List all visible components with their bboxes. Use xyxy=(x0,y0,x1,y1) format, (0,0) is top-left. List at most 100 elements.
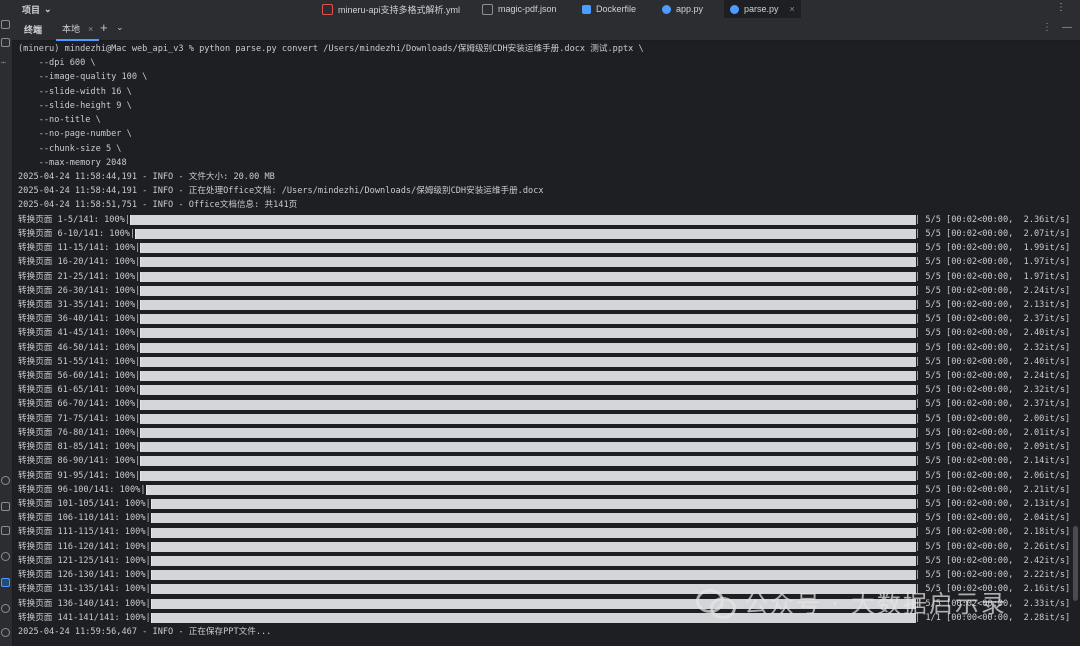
editor-tab-bar: 项目 ⌄ mineru-api支持多格式解析.yml magic-pdf.jso… xyxy=(0,0,1080,19)
editor-tab-label: Dockerfile xyxy=(596,4,637,14)
layers-tool-icon[interactable] xyxy=(1,526,10,535)
progress-bar xyxy=(140,470,916,481)
editor-tab-dockerfile[interactable]: Dockerfile xyxy=(576,0,642,18)
progress-label: 转换页面 116-120/141: 100%| xyxy=(18,541,151,552)
progress-stats: | 5/5 [00:02<00:00, 2.42it/s] xyxy=(915,555,1071,566)
tab-local[interactable]: 本地 × xyxy=(56,18,100,41)
structure-tool-icon[interactable] xyxy=(1,38,10,47)
progress-bar xyxy=(135,228,916,239)
project-label: 项目 xyxy=(22,5,41,15)
progress-row: 转换页面 16-20/141: 100%| | 5/5 [00:02<00:00,… xyxy=(18,255,1076,269)
project-menu[interactable]: 项目 ⌄ xyxy=(22,3,52,16)
python-console-icon[interactable] xyxy=(1,502,10,511)
progress-label: 转换页面 111-115/141: 100%| xyxy=(18,527,151,538)
scrollbar-thumb[interactable] xyxy=(1073,526,1078,601)
left-tool-strip: ⋯ xyxy=(0,18,13,646)
progress-stats: | 5/5 [00:02<00:00, 1.97it/s] xyxy=(915,257,1071,268)
progress-row: 转换页面 1-5/141: 100%| | 5/5 [00:02<00:00, 2… xyxy=(18,213,1076,227)
project-tool-icon[interactable] xyxy=(1,20,10,29)
close-icon[interactable]: × xyxy=(88,24,93,34)
progress-label: 转换页面 46-50/141: 100%| xyxy=(18,342,141,353)
terminal-output[interactable]: (mineru) mindezhi@Mac web_api_v3 % pytho… xyxy=(18,42,1076,646)
yaml-file-icon xyxy=(322,3,333,15)
progress-label: 转换页面 136-140/141: 100%| xyxy=(18,598,151,609)
services-tool-icon[interactable] xyxy=(1,552,10,561)
json-file-icon xyxy=(482,3,493,15)
progress-row: 转换页面 61-65/141: 100%| | 5/5 [00:02<00:00,… xyxy=(18,383,1076,397)
output-line: --slide-height 9 \ xyxy=(18,100,132,111)
progress-row: 转换页面 26-30/141: 100%| | 5/5 [00:02<00:00,… xyxy=(18,284,1076,298)
close-icon[interactable]: × xyxy=(790,4,795,14)
progress-label: 转换页面 141-141/141: 100%| xyxy=(18,612,151,623)
progress-row: 转换页面 106-110/141: 100%| | 5/5 [00:02<00:0… xyxy=(18,511,1076,525)
progress-stats: | 5/5 [00:02<00:00, 2.09it/s] xyxy=(915,442,1071,453)
command-line: (mineru) mindezhi@Mac web_api_v3 % pytho… xyxy=(18,44,644,54)
progress-label: 转换页面 26-30/141: 100%| xyxy=(18,285,141,296)
progress-row: 转换页面 71-75/141: 100%| | 5/5 [00:02<00:00,… xyxy=(18,412,1076,426)
progress-label: 转换页面 36-40/141: 100%| xyxy=(18,314,141,325)
progress-label: 转换页面 6-10/141: 100%| xyxy=(18,228,136,239)
progress-label: 转换页面 31-35/141: 100%| xyxy=(18,299,141,310)
minimize-icon[interactable]: — xyxy=(1062,22,1072,33)
editor-tab-label: parse.py xyxy=(744,4,779,14)
progress-row: 转换页面 11-15/141: 100%| | 5/5 [00:02<00:00,… xyxy=(18,241,1076,255)
progress-bar xyxy=(140,300,916,311)
progress-row: 转换页面 121-125/141: 100%| | 5/5 [00:02<00:0… xyxy=(18,554,1076,568)
progress-stats: | 5/5 [00:02<00:00, 2.26it/s] xyxy=(915,541,1071,552)
progress-stats: | 5/5 [00:02<00:00, 2.18it/s] xyxy=(915,527,1071,538)
progress-bar xyxy=(140,356,916,367)
editor-tab-app-py[interactable]: app.py xyxy=(656,0,709,18)
run-tool-icon[interactable] xyxy=(1,476,10,485)
progress-label: 转换页面 41-45/141: 100%| xyxy=(18,328,141,339)
new-terminal-plus-icon[interactable]: + xyxy=(100,20,108,35)
terminal-tool-icon[interactable] xyxy=(1,578,10,587)
editor-tab-label: mineru-api支持多格式解析.yml xyxy=(338,4,461,15)
editor-tab-label: magic-pdf.json xyxy=(498,4,557,14)
editor-tab-json[interactable]: magic-pdf.json xyxy=(476,0,563,18)
output-line: --no-title \ xyxy=(18,115,101,126)
more-options-icon[interactable]: ⋮ xyxy=(1042,22,1052,33)
progress-row: 转换页面 56-60/141: 100%| | 5/5 [00:02<00:00,… xyxy=(18,369,1076,383)
progress-bar xyxy=(140,243,916,254)
progress-bar xyxy=(140,385,916,396)
progress-row: 转换页面 31-35/141: 100%| | 5/5 [00:02<00:00,… xyxy=(18,298,1076,312)
progress-stats: | 5/5 [00:02<00:00, 2.00it/s] xyxy=(915,413,1071,424)
progress-bar xyxy=(140,442,916,453)
more-tools-icon[interactable]: ⋯ xyxy=(1,58,10,67)
progress-bar xyxy=(140,342,916,353)
wechat-logo-icon xyxy=(696,587,736,619)
progress-label: 转换页面 106-110/141: 100%| xyxy=(18,513,151,524)
progress-row: 转换页面 111-115/141: 100%| | 5/5 [00:02<00:0… xyxy=(18,525,1076,539)
progress-stats: | 5/5 [00:02<00:00, 2.37it/s] xyxy=(915,314,1071,325)
progress-row: 转换页面 101-105/141: 100%| | 5/5 [00:02<00:0… xyxy=(18,497,1076,511)
progress-bar xyxy=(140,328,916,339)
output-line: 2025-04-24 11:58:44,191 - INFO - 文件大小: 2… xyxy=(18,171,275,182)
output-line: --image-quality 100 \ xyxy=(18,72,148,83)
progress-stats: | 5/5 [00:02<00:00, 2.07it/s] xyxy=(915,228,1071,239)
progress-bar xyxy=(140,399,916,410)
chevron-down-icon[interactable]: ⌄ xyxy=(116,22,124,33)
progress-stats: | 5/5 [00:02<00:00, 2.36it/s] xyxy=(915,214,1071,225)
progress-row: 转换页面 21-25/141: 100%| | 5/5 [00:02<00:00,… xyxy=(18,270,1076,284)
progress-label: 转换页面 71-75/141: 100%| xyxy=(18,413,141,424)
progress-row: 转换页面 96-100/141: 100%| | 5/5 [00:02<00:00… xyxy=(18,483,1076,497)
progress-stats: | 5/5 [00:02<00:00, 2.21it/s] xyxy=(915,484,1071,495)
editor-tab-parse-py[interactable]: parse.py × xyxy=(724,0,801,18)
progress-bar xyxy=(129,214,916,225)
more-options-icon[interactable]: ⋮ xyxy=(1056,2,1066,13)
progress-label: 转换页面 21-25/141: 100%| xyxy=(18,271,141,282)
progress-stats: | 5/5 [00:02<00:00, 2.40it/s] xyxy=(915,328,1071,339)
progress-row: 转换页面 116-120/141: 100%| | 5/5 [00:02<00:0… xyxy=(18,540,1076,554)
progress-row: 转换页面 91-95/141: 100%| | 5/5 [00:02<00:00,… xyxy=(18,469,1076,483)
progress-stats: | 5/5 [00:02<00:00, 2.32it/s] xyxy=(915,385,1071,396)
problems-tool-icon[interactable] xyxy=(1,604,10,613)
progress-label: 转换页面 101-105/141: 100%| xyxy=(18,499,151,509)
terminal-title: 终端 xyxy=(24,25,43,35)
editor-tab-yaml[interactable]: mineru-api支持多格式解析.yml xyxy=(316,0,466,18)
progress-label: 转换页面 126-130/141: 100%| xyxy=(18,570,151,581)
progress-label: 转换页面 51-55/141: 100%| xyxy=(18,356,141,367)
git-tool-icon[interactable] xyxy=(1,628,10,637)
progress-bar xyxy=(140,428,916,439)
progress-bar xyxy=(140,257,916,268)
progress-stats: | 5/5 [00:02<00:00, 2.14it/s] xyxy=(915,456,1071,467)
